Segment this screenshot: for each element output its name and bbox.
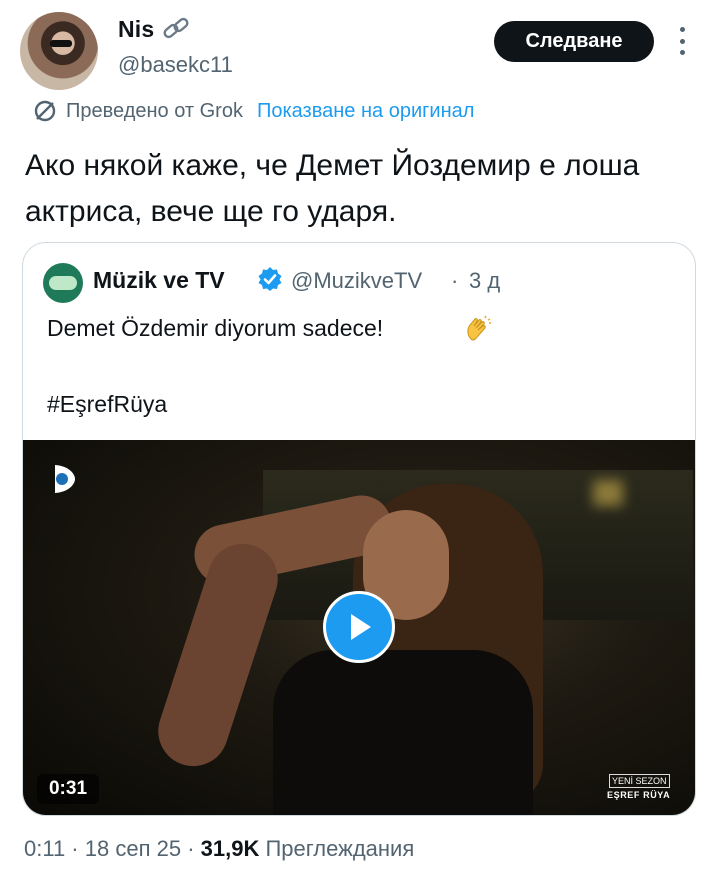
quoted-text-line: Demet Özdemir diyorum sadece! bbox=[47, 315, 384, 341]
clapping-hands-icon bbox=[467, 315, 491, 341]
author-handle[interactable]: @basekc11 bbox=[118, 52, 233, 78]
tweet-text: Ако някой каже, че Демет Йоздемир е лоша… bbox=[25, 149, 640, 228]
avatar-detail bbox=[50, 40, 72, 47]
quoted-timestamp[interactable]: 3 д bbox=[469, 268, 500, 294]
post-time[interactable]: 0:11 bbox=[24, 836, 65, 862]
views-count: 31,9K bbox=[200, 836, 260, 861]
verified-badge-icon bbox=[258, 267, 282, 291]
author-display-name[interactable]: Nis bbox=[118, 16, 154, 43]
author-avatar[interactable] bbox=[20, 12, 98, 90]
play-icon bbox=[351, 614, 371, 640]
play-button[interactable] bbox=[323, 591, 395, 663]
show-original-link[interactable]: Показване на оригинал bbox=[257, 100, 474, 123]
channel-logo-icon bbox=[55, 465, 75, 493]
translated-by-label: Преведено от Grok bbox=[66, 99, 243, 122]
translate-icon bbox=[34, 100, 56, 122]
more-icon[interactable] bbox=[676, 27, 688, 55]
separator-dot: · bbox=[65, 836, 85, 861]
quoted-author-name[interactable]: Müzik ve TV bbox=[93, 267, 225, 294]
quoted-author-avatar[interactable] bbox=[43, 263, 83, 303]
separator-dot: · bbox=[451, 268, 459, 293]
hashtag-link[interactable]: #EşrefRüya bbox=[47, 391, 167, 418]
season-watermark: YENİ SEZON bbox=[609, 774, 670, 788]
tweet-meta: 0:11 · 18 сеп 25 · 31,9K Преглеждания bbox=[24, 836, 414, 862]
post-date[interactable]: 18 сеп 25 bbox=[85, 836, 181, 862]
video-duration-badge: 0:31 bbox=[37, 774, 99, 804]
video-scene-figure bbox=[149, 534, 287, 776]
video-scene-light bbox=[593, 480, 623, 506]
quoted-author-handle[interactable]: @MuzikveTV bbox=[291, 268, 422, 294]
translation-notice: Преведено от Grok Показване на оригинал bbox=[32, 96, 474, 126]
link-icon bbox=[163, 17, 189, 39]
video-scene-figure bbox=[273, 650, 533, 815]
separator-dot: · bbox=[181, 836, 201, 861]
video-player[interactable]: 0:31 YENİ SEZON EŞREF RÜYA bbox=[23, 440, 695, 815]
follow-button[interactable]: Следване bbox=[494, 21, 654, 62]
quoted-tweet[interactable]: Müzik ve TV @MuzikveTV · 3 д Demet Özdem… bbox=[22, 242, 696, 816]
show-watermark: EŞREF RÜYA bbox=[607, 790, 671, 800]
views-label: Преглеждания bbox=[259, 836, 415, 861]
